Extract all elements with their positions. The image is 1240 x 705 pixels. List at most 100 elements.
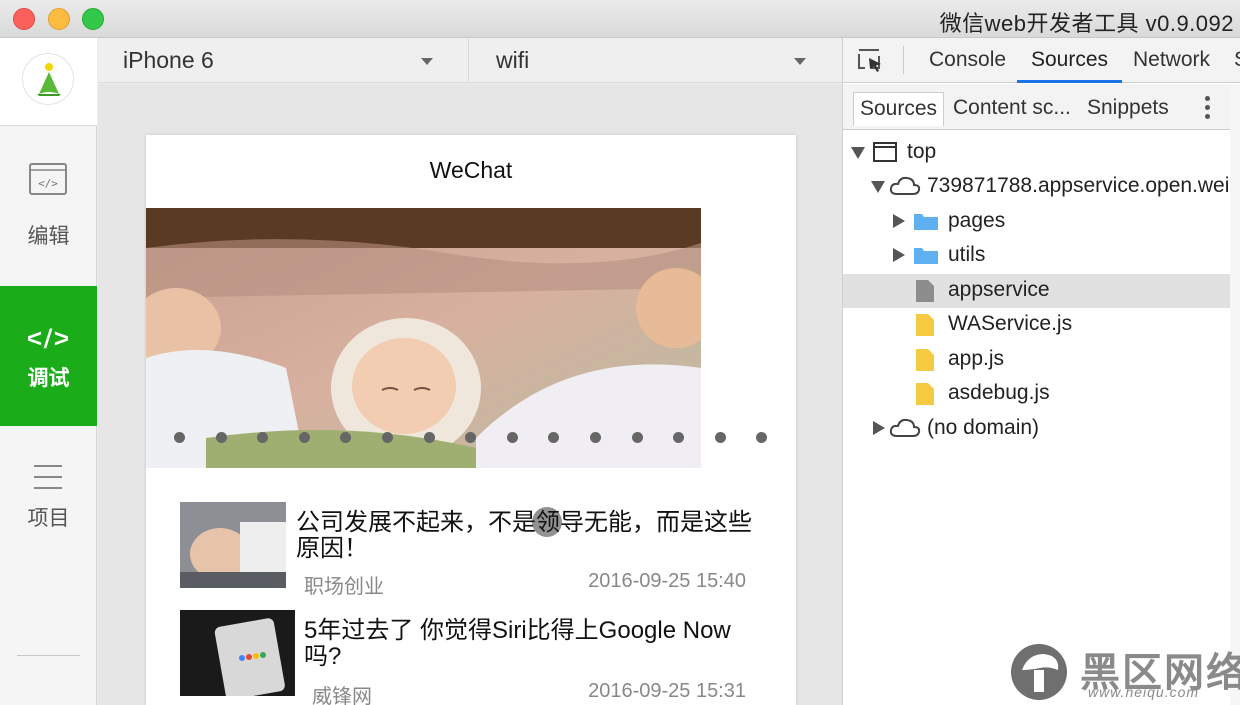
sidebar-item-project[interactable]: 项目 (0, 426, 97, 566)
device-select[interactable]: iPhone 6 (123, 38, 443, 83)
simulator-toolbar: iPhone 6 wifi (98, 38, 842, 83)
frame-icon (873, 141, 897, 168)
tree-label: app.js (948, 347, 1005, 370)
banner-indicator-dot[interactable] (257, 432, 269, 443)
watermark-url: www.heiqu.com (1088, 684, 1200, 700)
subtab-sources[interactable]: Sources (853, 92, 945, 126)
triangle-down-icon[interactable] (851, 147, 865, 159)
article-thumbnail (180, 610, 295, 696)
watermark-logo-icon (1011, 644, 1067, 700)
scrollbar[interactable] (1230, 84, 1240, 705)
tree-label: utils (948, 243, 986, 266)
cloud-icon (889, 417, 921, 444)
tree-label: 739871788.appservice.open.weix (927, 174, 1240, 197)
tree-row-domain[interactable]: (no domain) (843, 412, 1231, 446)
sources-sub-tab-bar: Sources Content sc... Snippets (843, 84, 1231, 130)
close-window-button[interactable] (13, 8, 35, 30)
banner-indicator-dot[interactable] (465, 432, 477, 443)
phone-screen: WeChat 公司发展不起来，不是领导无能，而是这些原因！ 职场创业 2016-… (146, 135, 796, 705)
network-select[interactable]: wifi (496, 38, 816, 83)
tab-network[interactable]: Network (1133, 38, 1210, 83)
tree-label: top (907, 140, 937, 163)
banner-indicator-dot[interactable] (382, 432, 393, 443)
watermark: 黑区网络 www.heiqu.com (1008, 640, 1240, 705)
left-sidebar: </> 编辑 </> 调试 项目 (0, 38, 97, 705)
banner-indicator-dot[interactable] (590, 432, 601, 443)
article-source: 威锋网 (312, 686, 372, 705)
tree-row-folder[interactable]: pages (843, 205, 1231, 239)
list-icon (28, 460, 68, 496)
tree-label: asdebug.js (948, 381, 1050, 404)
wechat-devtools-logo-icon (37, 63, 61, 96)
list-item[interactable]: 5年过去了 你觉得Siri比得上Google Now吗? 威锋网 2016-09… (146, 610, 796, 705)
inspect-element-icon[interactable] (857, 48, 885, 74)
cloud-icon (889, 175, 921, 202)
tab-console[interactable]: Console (929, 38, 1006, 83)
tree-row-file[interactable]: WAService.js (843, 308, 1231, 342)
tab-sources[interactable]: Sources (1017, 38, 1123, 83)
toolbar-divider (468, 38, 469, 83)
title-bar: 微信web开发者工具 v0.9.092 (0, 0, 1240, 38)
js-file-icon (915, 348, 935, 377)
svg-text:</>: </> (28, 324, 68, 352)
subtab-content-scripts[interactable]: Content sc... (947, 92, 1077, 126)
sidebar-item-label: 调试 (27, 367, 70, 390)
more-options-icon[interactable] (1205, 96, 1211, 120)
triangle-down-icon[interactable] (871, 181, 885, 193)
banner-indicator-dot[interactable] (423, 432, 435, 443)
banner-indicator-dot[interactable] (506, 432, 518, 443)
banner-indicator-dot[interactable] (714, 432, 726, 443)
sidebar-item-edit[interactable]: </> 编辑 (0, 126, 97, 266)
chevron-down-icon (794, 58, 806, 65)
subtab-snippets[interactable]: Snippets (1081, 92, 1175, 126)
minimize-window-button[interactable] (48, 8, 70, 30)
article-time: 2016-09-25 15:40 (588, 570, 746, 592)
js-file-icon (915, 382, 935, 411)
banner-indicator-dots (166, 432, 776, 444)
article-title: 5年过去了 你觉得Siri比得上Google Now吗? (304, 617, 731, 670)
banner-indicator-dot[interactable] (756, 432, 768, 443)
banner-indicator-dot[interactable] (174, 432, 185, 443)
toolbar-divider (903, 46, 904, 74)
banner-indicator-dot[interactable] (340, 432, 352, 443)
banner-indicator-dot[interactable] (298, 432, 310, 443)
sidebar-divider (17, 655, 80, 656)
tree-label: (no domain) (927, 416, 1040, 439)
article-title: 公司发展不起来，不是领导无能，而是这些原因！ (296, 509, 752, 562)
code-brackets-icon: </> (24, 320, 73, 356)
network-select-value: wifi (496, 47, 530, 73)
banner-image[interactable] (146, 208, 701, 468)
sidebar-item-label: 编辑 (27, 225, 70, 248)
tree-row-file[interactable]: asdebug.js (843, 377, 1231, 411)
devtools-panel: Console Sources Network S Sources Conten… (842, 38, 1240, 705)
tree-row-domain[interactable]: 739871788.appservice.open.weix (843, 170, 1240, 204)
triangle-right-icon[interactable] (873, 421, 885, 435)
tree-row-file[interactable]: appservice (843, 274, 1231, 308)
banner-indicator-dot[interactable] (215, 432, 227, 443)
sidebar-item-debug[interactable]: </> 调试 (0, 286, 97, 426)
code-file-icon: </> (28, 162, 68, 198)
tree-row-top[interactable]: top (843, 136, 1231, 170)
list-item[interactable]: 公司发展不起来，不是领导无能，而是这些原因！ 职场创业 2016-09-25 1… (146, 502, 796, 607)
file-icon (915, 279, 935, 308)
article-thumbnail (180, 502, 286, 588)
article-source: 职场创业 (304, 576, 384, 598)
banner-indicator-dot[interactable] (548, 432, 560, 443)
triangle-right-icon[interactable] (893, 214, 905, 228)
tab-more[interactable]: S (1234, 38, 1240, 83)
svg-text:</>: </> (38, 177, 58, 190)
banner-indicator-dot[interactable] (673, 432, 685, 443)
banner-indicator-dot[interactable] (631, 432, 643, 443)
app-logo (22, 53, 74, 105)
window-title: 微信web开发者工具 v0.9.092 (939, 11, 1234, 36)
simulator-area: WeChat 公司发展不起来，不是领导无能，而是这些原因！ 职场创业 2016-… (98, 84, 842, 705)
triangle-right-icon[interactable] (893, 248, 905, 262)
devtools-tab-bar: Console Sources Network S (843, 38, 1240, 83)
tree-label: pages (948, 209, 1006, 232)
tree-row-folder[interactable]: utils (843, 239, 1231, 273)
chevron-down-icon (421, 58, 433, 65)
tree-row-file[interactable]: app.js (843, 343, 1231, 377)
nav-title: WeChat (429, 157, 513, 183)
tree-label: WAService.js (948, 312, 1073, 335)
zoom-window-button[interactable] (82, 8, 104, 30)
